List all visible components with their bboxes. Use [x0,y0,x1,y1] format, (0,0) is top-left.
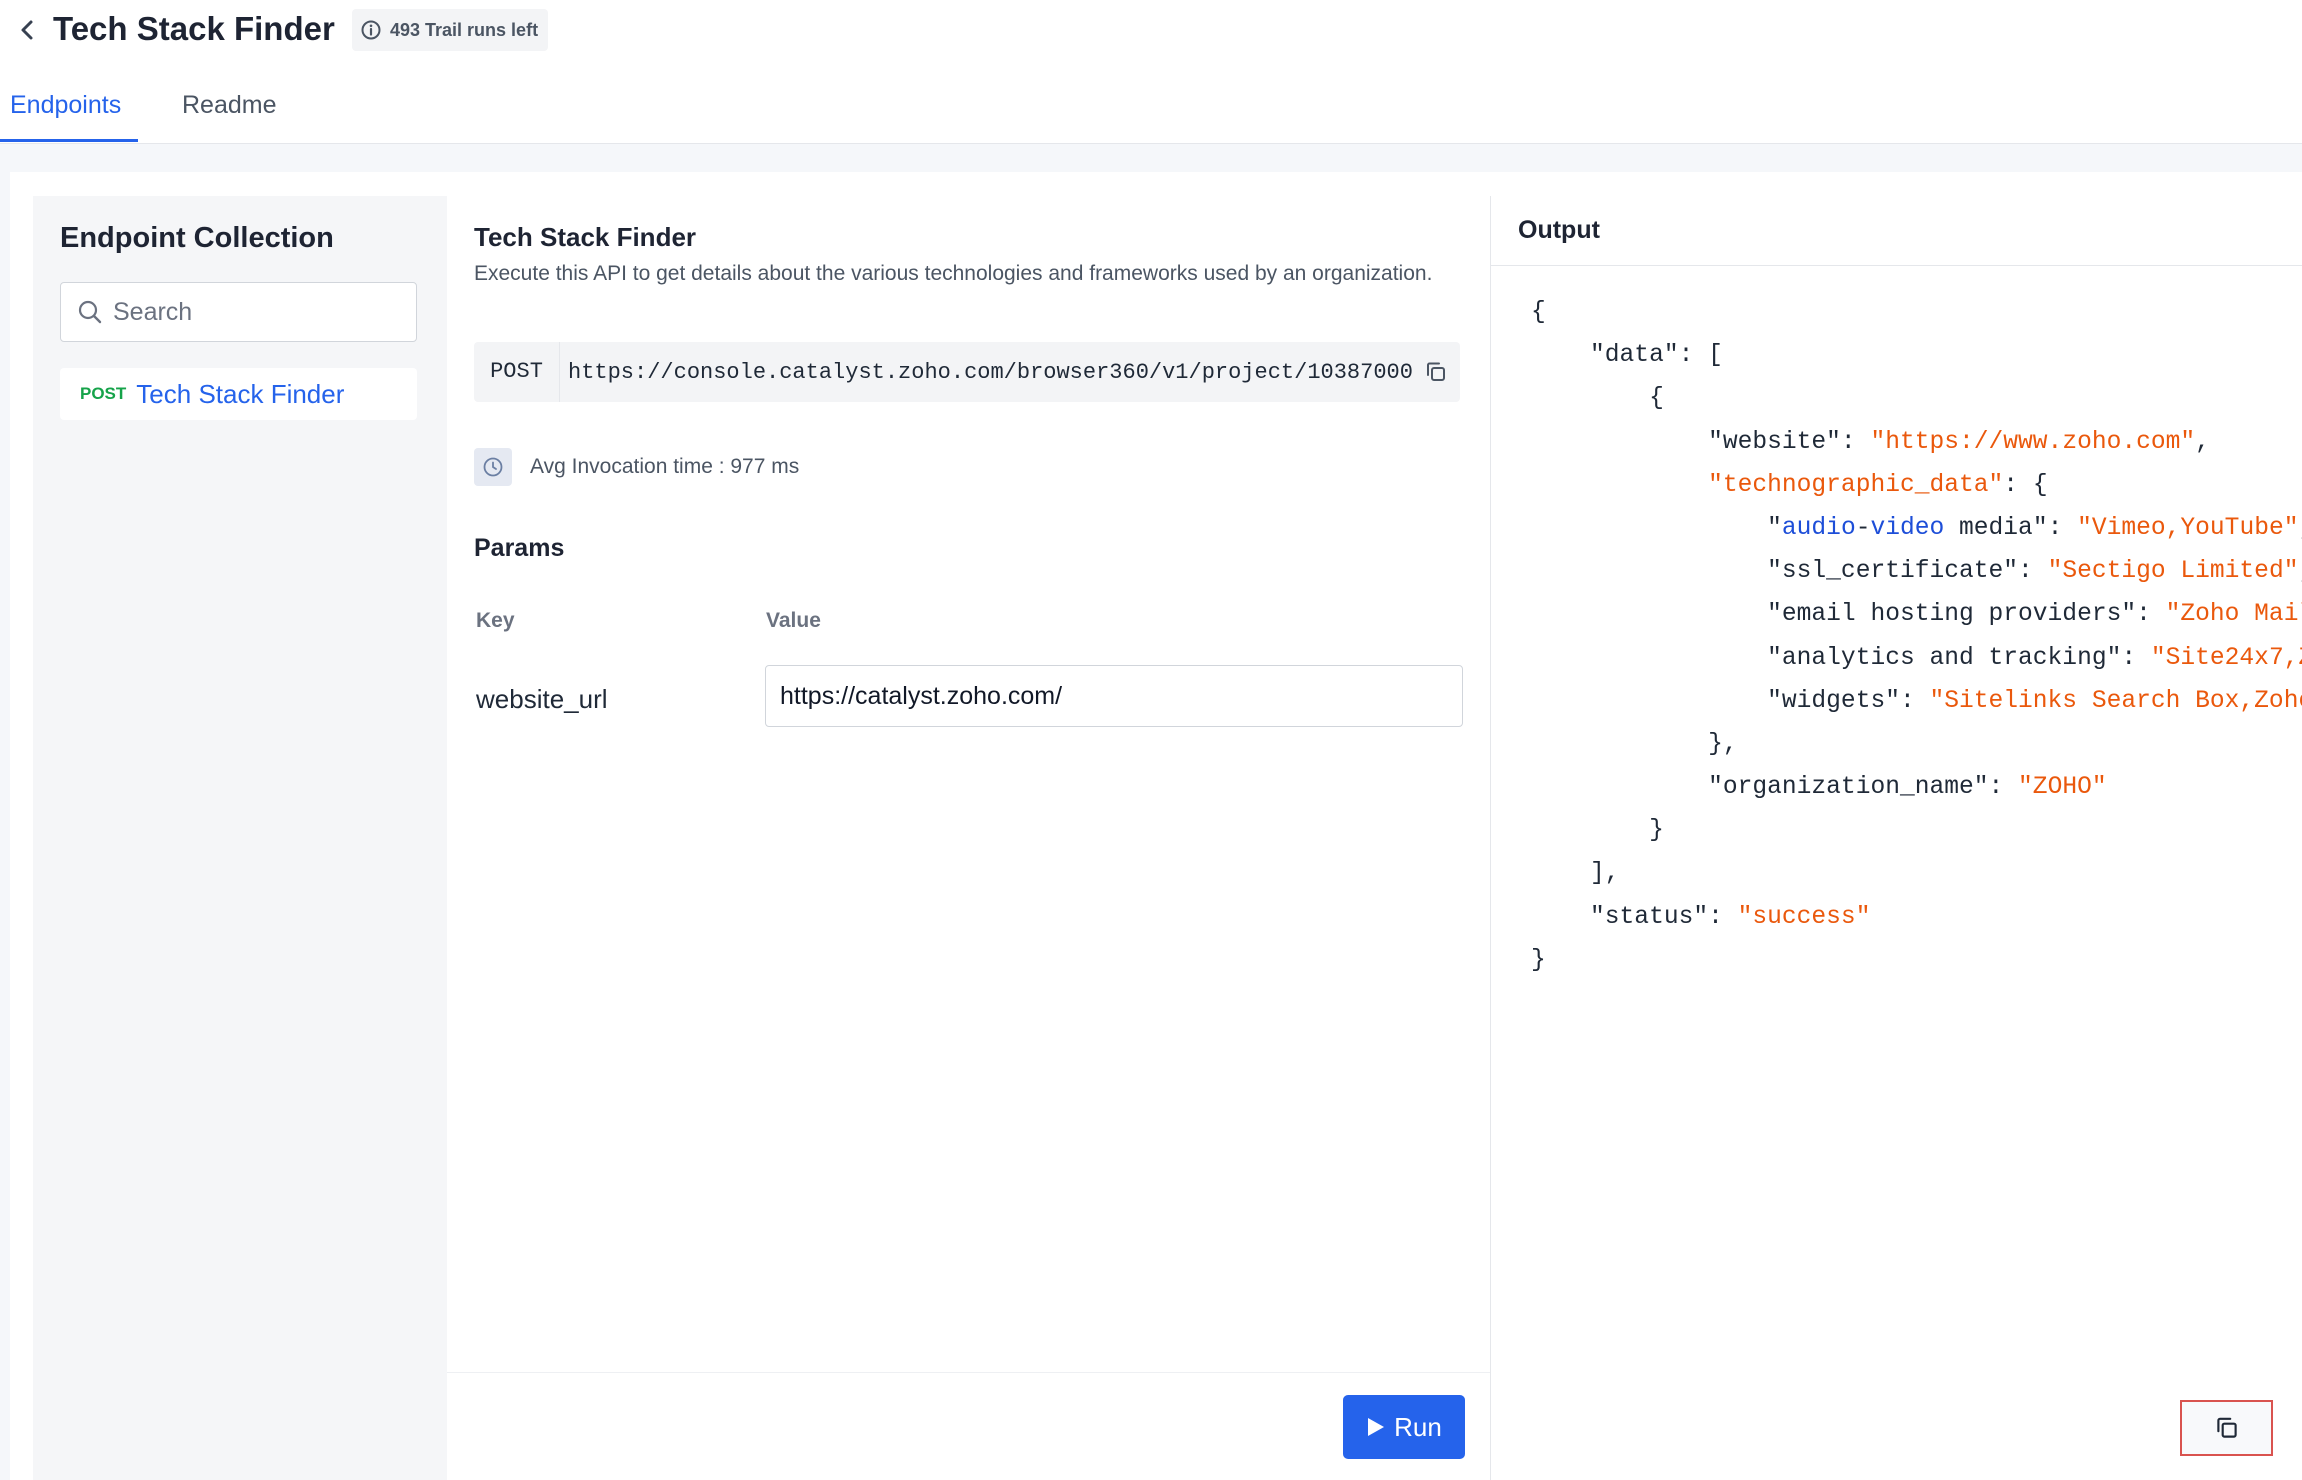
run-button-label: Run [1394,1411,1442,1442]
search-box[interactable] [60,282,417,342]
params-title: Params [474,534,565,562]
sidebar-item-tech-stack-finder[interactable]: POST Tech Stack Finder [60,368,417,420]
output-json-line: { [1531,299,1546,326]
page-title: Tech Stack Finder [53,10,335,47]
output-json-line: "email hosting providers": "Zoho Mail", [1531,601,2302,629]
output-json-line: { [1531,385,1664,413]
clock-icon [483,457,503,477]
search-input[interactable] [113,297,393,327]
output-json-line: "website": "https://www.zoho.com", [1531,428,2210,456]
output-json-line: } [1531,817,1664,845]
copy-icon [1427,362,1445,381]
back-button[interactable] [14,15,40,45]
output-json-line: "organization_name": "ZOHO" [1531,774,2107,802]
output-json-line: ], [1531,860,1620,888]
endpoint-title: Tech Stack Finder [474,222,697,252]
sidebar-title: Endpoint Collection [60,222,334,254]
tab-bar: Endpoints Readme [0,78,2302,144]
endpoint-description: Execute this API to get details about th… [474,262,1433,285]
output-json-line: "audio-video media": "Vimeo,YouTube", [1531,514,2302,542]
output-json-line: "ssl_certificate": "Sectigo Limited", [1531,558,2302,586]
copy-icon [2216,1417,2237,1438]
output-json-line: "technographic_data": { [1708,471,2048,499]
website-url-input[interactable] [765,665,1463,727]
output-json-line: "status": "success" [1531,903,1871,931]
tab-endpoints[interactable]: Endpoints [0,78,138,142]
param-key: website_url [476,684,608,714]
output-json: { "data": [ { "website": "https://www.zo… [1531,291,2302,1191]
params-key-header: Key [476,609,515,632]
endpoint-sidebar: Endpoint Collection POST Tech Stack Find… [33,196,447,1480]
tab-readme[interactable]: Readme [172,78,287,142]
output-json-line: "data": [ [1531,342,1723,370]
play-icon [1368,1418,1385,1436]
top-bar: Tech Stack Finder 493 Trail runs left [0,0,2302,60]
output-panel: Output { "data": [ { "website": "https:/… [1490,196,2302,1480]
trial-runs-text: 493 Trail runs left [390,19,539,40]
trial-runs-badge: 493 Trail runs left [352,9,549,51]
info-icon [361,20,381,40]
output-json-line: "analytics and tracking": "Site24x7,Zoho… [1531,644,2302,672]
avg-invocation-row: Avg Invocation time : 977 ms [474,448,799,486]
endpoint-detail-panel: Tech Stack Finder Execute this API to ge… [447,196,1490,1480]
run-bar: Run [447,1372,1490,1480]
endpoint-url: https://console.catalyst.zoho.com/browse… [568,359,1413,385]
output-json-line: } [1531,946,1546,974]
search-icon [78,300,102,324]
params-value-header: Value [766,609,821,632]
output-header: Output [1491,196,2302,266]
output-json-line: }, [1531,730,1738,758]
clock-icon-box [474,448,512,486]
copy-output-button[interactable] [2180,1400,2273,1456]
output-title: Output [1518,216,1600,244]
endpoint-url-bar: POST https://console.catalyst.zoho.com/b… [474,342,1460,402]
copy-url-button[interactable] [1416,352,1456,392]
avg-invocation-time: Avg Invocation time : 977 ms [530,455,800,478]
sidebar-item-label: Tech Stack Finder [136,378,345,409]
method-tag: POST [80,384,127,403]
run-button[interactable]: Run [1343,1395,1465,1459]
output-json-line: "widgets": "Sitelinks Search Box,Zoho" [1531,687,2302,715]
chevron-left-icon [21,20,33,40]
url-method: POST [474,342,560,402]
